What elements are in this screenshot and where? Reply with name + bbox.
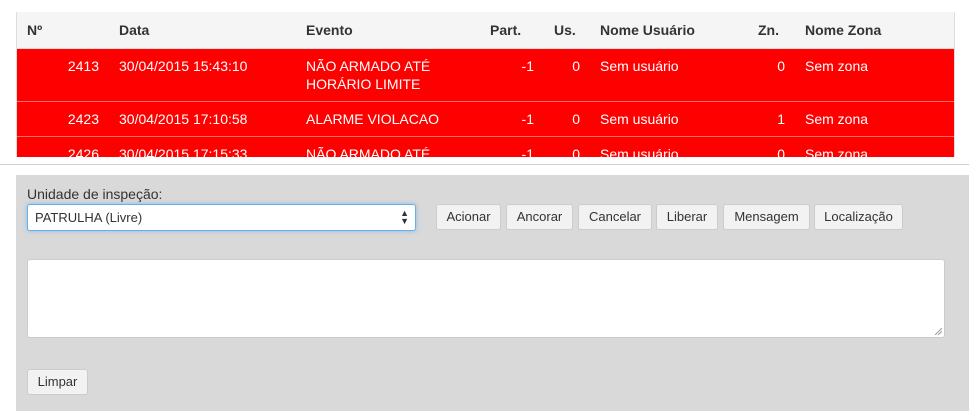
- col-header-nome-usuario[interactable]: Nome Usuário: [590, 12, 748, 49]
- liberar-button[interactable]: Liberar: [656, 204, 718, 230]
- events-table-container[interactable]: Nº Data Evento Part. Us. Nome Usuário Zn…: [16, 12, 955, 157]
- cell-us: 0: [544, 101, 590, 137]
- localizacao-button[interactable]: Localização: [814, 204, 903, 230]
- cancelar-button[interactable]: Cancelar: [578, 204, 652, 230]
- mensagem-button[interactable]: Mensagem: [723, 204, 810, 230]
- cell-usuario: Sem usuário: [590, 101, 748, 137]
- cell-zn: 1: [748, 101, 795, 137]
- cell-usuario: Sem usuário: [590, 48, 748, 102]
- col-header-evento[interactable]: Evento: [296, 12, 480, 49]
- cell-zn: 0: [748, 48, 795, 102]
- unit-select-value: PATRULHA (Livre): [35, 210, 143, 225]
- table-row[interactable]: 2423 30/04/2015 17:10:58 ALARME VIOLACAO…: [17, 101, 954, 137]
- col-header-numero[interactable]: Nº: [17, 12, 109, 49]
- unit-select[interactable]: PATRULHA (Livre) ▲ ▼: [27, 204, 416, 231]
- col-header-us[interactable]: Us.: [544, 12, 590, 49]
- unit-label: Unidade de inspeção:: [27, 186, 163, 202]
- acionar-button[interactable]: Acionar: [436, 204, 501, 230]
- cell-part: -1: [480, 101, 544, 137]
- table-header-row: Nº Data Evento Part. Us. Nome Usuário Zn…: [17, 12, 954, 49]
- cell-part: -1: [480, 48, 544, 102]
- cell-numero: 2426: [17, 136, 109, 157]
- cell-data: 30/04/2015 15:43:10: [109, 48, 296, 102]
- col-header-zn[interactable]: Zn.: [748, 12, 795, 49]
- table-row[interactable]: 2426 30/04/2015 17:15:33 NÃO ARMADO ATÉ …: [17, 136, 954, 157]
- cell-evento: NÃO ARMADO ATÉ HORÁRIO LIMITE: [296, 48, 480, 102]
- col-header-nome-zona[interactable]: Nome Zona: [795, 12, 954, 49]
- cell-zona: Sem zona: [795, 101, 954, 137]
- cell-zn: 0: [748, 136, 795, 157]
- message-textarea[interactable]: [27, 259, 945, 338]
- col-header-part[interactable]: Part.: [480, 12, 544, 49]
- cell-data: 30/04/2015 17:10:58: [109, 101, 296, 137]
- events-table: Nº Data Evento Part. Us. Nome Usuário Zn…: [17, 12, 954, 157]
- limpar-button[interactable]: Limpar: [27, 369, 88, 395]
- divider: [0, 164, 969, 165]
- cell-zona: Sem zona: [795, 48, 954, 102]
- cell-numero: 2413: [17, 48, 109, 102]
- cell-numero: 2423: [17, 101, 109, 137]
- col-header-data[interactable]: Data: [109, 12, 296, 49]
- table-row[interactable]: 2413 30/04/2015 15:43:10 NÃO ARMADO ATÉ …: [17, 48, 954, 102]
- cell-us: 0: [544, 48, 590, 102]
- cell-us: 0: [544, 136, 590, 157]
- dispatch-panel: Unidade de inspeção: PATRULHA (Livre) ▲ ▼…: [16, 175, 969, 411]
- select-arrows-icon: ▲ ▼: [400, 208, 409, 226]
- cell-evento: ALARME VIOLACAO: [296, 101, 480, 137]
- cell-data: 30/04/2015 17:15:33: [109, 136, 296, 157]
- cell-part: -1: [480, 136, 544, 157]
- cell-evento: NÃO ARMADO ATÉ: [296, 136, 480, 157]
- ancorar-button[interactable]: Ancorar: [506, 204, 573, 230]
- cell-usuario: Sem usuário: [590, 136, 748, 157]
- cell-zona: Sem zona: [795, 136, 954, 157]
- resize-handle-icon[interactable]: [934, 327, 942, 335]
